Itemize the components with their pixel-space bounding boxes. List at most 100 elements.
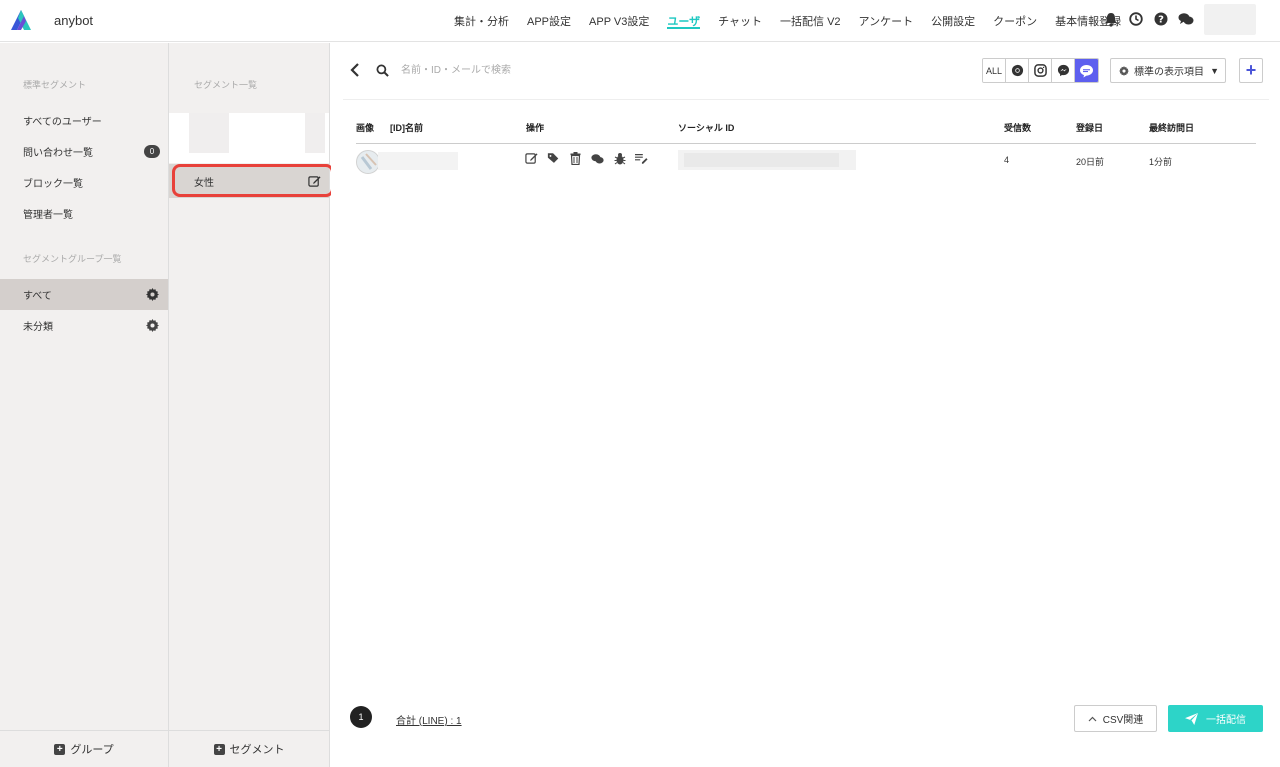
sidebar-group-uncategorized[interactable]: 未分類 [0, 310, 168, 341]
nav-item-publish-settings[interactable]: 公開設定 [931, 0, 975, 42]
column-header-received[interactable]: 受信数 [1004, 121, 1031, 134]
channel-line[interactable] [1075, 59, 1098, 82]
bulk-send-label: 一括配信 [1206, 715, 1246, 726]
gear-icon[interactable] [146, 319, 159, 332]
sidebar-item-inquiries[interactable]: 問い合わせ一覧 0 [0, 136, 168, 167]
csv-button[interactable]: CSV関連 [1074, 705, 1157, 732]
chrome-icon [1011, 64, 1023, 77]
sidebar-group-all[interactable]: すべて [0, 279, 168, 310]
add-user-button[interactable]: + [1239, 58, 1263, 83]
toolbar-divider [343, 99, 1269, 100]
nav-item-chat[interactable]: チャット [718, 0, 762, 42]
chevron-up-icon [1088, 716, 1097, 721]
column-header-last-visit[interactable]: 最終訪問日 [1149, 121, 1194, 134]
back-chevron-icon[interactable] [349, 63, 361, 77]
segment-list-heading: セグメント一覧 [194, 80, 258, 90]
add-segment-label: セグメント [229, 744, 285, 756]
segment-item-female[interactable]: 女性 [169, 164, 329, 198]
edit-icon[interactable] [525, 152, 538, 165]
main-content: ALL 標準の表示項目 ▼ + 画像 [ID]名前 操作 ソーシャル ID 受信… [331, 43, 1280, 767]
add-group-label: グループ [70, 744, 114, 756]
chat-icon[interactable] [591, 152, 604, 165]
paper-plane-icon [1185, 712, 1198, 725]
segment-group-heading: セグメントグループ一覧 [23, 254, 122, 264]
plus-icon: + [213, 743, 225, 755]
gear-icon[interactable] [146, 288, 159, 301]
csv-button-label: CSV関連 [1102, 715, 1144, 726]
registered-date: 20日前 [1076, 157, 1105, 167]
sidebar-item-admins[interactable]: 管理者一覧 [0, 198, 168, 229]
sidebar-item-label: すべて [23, 291, 52, 302]
sidebar-item-label: 未分類 [23, 322, 53, 333]
redacted-segment-area [169, 113, 329, 163]
top-icons: ? [1103, 11, 1203, 27]
bulk-send-button[interactable]: 一括配信 [1168, 705, 1263, 732]
nav-item-users[interactable]: ユーザ [667, 0, 700, 42]
clock-icon[interactable] [1128, 11, 1144, 27]
main-nav: 集計・分析 APP設定 APP V3設定 ユーザ チャット 一括配信 V2 アン… [454, 0, 1139, 42]
bug-icon[interactable] [613, 152, 626, 165]
sidebar: 標準セグメント すべてのユーザー 問い合わせ一覧 0 ブロック一覧 管理者一覧 … [0, 43, 169, 767]
total-count-link[interactable]: 合計 (LINE) : 1 [396, 712, 462, 727]
memo-icon[interactable] [635, 152, 648, 165]
nav-item-app-v3-settings[interactable]: APP V3設定 [589, 0, 649, 42]
received-count: 4 [1004, 155, 1010, 165]
user-avatar [356, 150, 380, 174]
nav-item-coupon[interactable]: クーポン [993, 0, 1037, 42]
app-name: anybot [54, 12, 94, 28]
tags-icon[interactable] [547, 152, 560, 165]
nav-item-broadcast-v2[interactable]: 一括配信 V2 [780, 0, 841, 42]
channel-all-label: ALL [985, 65, 1002, 76]
chat-icon[interactable] [1178, 11, 1194, 27]
gear-icon [1119, 65, 1129, 76]
last-visit: 1分前 [1149, 157, 1173, 167]
sidebar-item-blocked[interactable]: ブロック一覧 [0, 167, 168, 198]
top-bar: anybot 集計・分析 APP設定 APP V3設定 ユーザ チャット 一括配… [0, 0, 1280, 42]
pagination-page-1[interactable]: 1 [350, 706, 372, 728]
channel-instagram[interactable] [1029, 59, 1052, 82]
sidebar-item-all-users[interactable]: すべてのユーザー [0, 105, 168, 136]
plus-icon: + [54, 743, 66, 755]
anybot-logo-icon [11, 10, 31, 30]
channel-chrome[interactable] [1006, 59, 1029, 82]
column-header-social-id[interactable]: ソーシャル ID [678, 121, 734, 134]
messenger-icon [1057, 64, 1069, 77]
nav-item-analytics[interactable]: 集計・分析 [454, 0, 509, 42]
search-input[interactable] [401, 60, 701, 80]
bell-icon[interactable] [1103, 11, 1119, 27]
column-header-actions: 操作 [526, 123, 545, 133]
table-row[interactable]: 4 20日前 1分前 [356, 144, 1256, 180]
nav-item-survey[interactable]: アンケート [859, 0, 914, 42]
caret-down-icon: ▼ [1210, 66, 1219, 76]
brand[interactable]: anybot [10, 9, 93, 31]
account-avatar[interactable] [1204, 4, 1256, 35]
line-icon [1080, 64, 1093, 77]
redacted-user-name [378, 152, 458, 170]
edit-icon[interactable] [308, 175, 321, 188]
column-header-image: 画像 [356, 123, 375, 133]
svg-text:?: ? [1158, 15, 1164, 26]
channel-all[interactable]: ALL [983, 59, 1006, 82]
sidebar-item-label: 管理者一覧 [23, 210, 73, 221]
segment-column: セグメント一覧 女性 + セグメント [169, 43, 330, 767]
sidebar-item-label: ブロック一覧 [23, 179, 83, 190]
add-group-button[interactable]: + グループ [0, 730, 168, 767]
column-header-registered[interactable]: 登録日 [1076, 121, 1103, 134]
trash-icon[interactable] [569, 152, 582, 165]
help-icon[interactable]: ? [1153, 11, 1169, 27]
inquiry-count-badge: 0 [144, 145, 160, 158]
display-columns-select[interactable]: 標準の表示項目 ▼ [1110, 58, 1226, 83]
channel-filter: ALL [982, 58, 1099, 83]
display-columns-label: 標準の表示項目 [1134, 67, 1204, 78]
nav-item-app-settings[interactable]: APP設定 [527, 0, 571, 42]
row-actions [525, 152, 657, 165]
add-segment-button[interactable]: + セグメント [169, 730, 329, 767]
sidebar-item-label: 問い合わせ一覧 [23, 148, 93, 159]
search-icon [376, 64, 389, 77]
redacted-social-id-inner [684, 153, 839, 167]
standard-segment-heading: 標準セグメント [23, 80, 87, 90]
sidebar-item-label: すべてのユーザー [23, 117, 102, 128]
channel-messenger[interactable] [1052, 59, 1075, 82]
column-header-name[interactable]: [ID]名前 [390, 121, 423, 134]
instagram-icon [1033, 64, 1047, 77]
